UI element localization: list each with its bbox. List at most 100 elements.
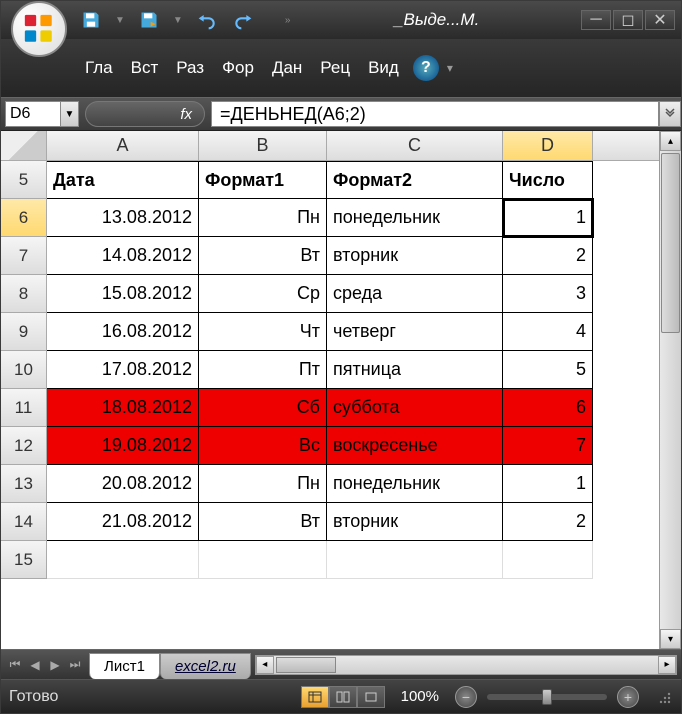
- scroll-track[interactable]: [660, 151, 681, 629]
- scroll-up-icon[interactable]: ▴: [660, 131, 681, 151]
- sheet-tab-other[interactable]: excel2.ru: [160, 653, 251, 679]
- row-header[interactable]: 6: [1, 199, 47, 237]
- cell-B5[interactable]: Формат1: [199, 161, 327, 199]
- cell-D12[interactable]: 7: [503, 427, 593, 465]
- cell-A5[interactable]: Дата: [47, 161, 199, 199]
- cell-A10[interactable]: 17.08.2012: [47, 351, 199, 389]
- cell-B11[interactable]: Сб: [199, 389, 327, 427]
- qat-dropdown-icon[interactable]: ▼: [173, 15, 183, 26]
- scroll-down-icon[interactable]: ▾: [660, 629, 681, 649]
- row-header[interactable]: 8: [1, 275, 47, 313]
- cell-B6[interactable]: Пн: [199, 199, 327, 237]
- qat-more-icon[interactable]: »: [285, 15, 291, 26]
- cell-C10[interactable]: пятница: [327, 351, 503, 389]
- cell-B7[interactable]: Вт: [199, 237, 327, 275]
- qat-dropdown-icon[interactable]: ▼: [115, 15, 125, 26]
- row-header[interactable]: 13: [1, 465, 47, 503]
- zoom-out-icon[interactable]: −: [455, 686, 477, 708]
- undo-icon[interactable]: [193, 7, 221, 33]
- cell-A15[interactable]: [47, 541, 199, 579]
- zoom-slider[interactable]: [487, 694, 607, 700]
- col-header-A[interactable]: A: [47, 131, 199, 160]
- hscroll-left-icon[interactable]: ◂: [256, 656, 274, 674]
- col-header-C[interactable]: C: [327, 131, 503, 160]
- formula-input[interactable]: =ДЕНЬНЕД(A6;2): [211, 101, 659, 127]
- cell-D13[interactable]: 1: [503, 465, 593, 503]
- sheet-first-icon[interactable]: ⏮: [5, 655, 25, 675]
- office-button[interactable]: [11, 1, 67, 57]
- cell-C6[interactable]: понедельник: [327, 199, 503, 237]
- cell-A7[interactable]: 14.08.2012: [47, 237, 199, 275]
- row-header[interactable]: 11: [1, 389, 47, 427]
- tab-insert[interactable]: Вст: [123, 52, 167, 84]
- sheet-last-icon[interactable]: ⏭: [65, 655, 85, 675]
- minimize-button[interactable]: ─: [581, 10, 611, 30]
- cell-D10[interactable]: 5: [503, 351, 593, 389]
- row-header[interactable]: 5: [1, 161, 47, 199]
- cell-D6[interactable]: 1: [503, 199, 593, 237]
- tab-formulas[interactable]: Фор: [214, 52, 262, 84]
- name-box[interactable]: D6: [5, 101, 61, 127]
- row-header[interactable]: 7: [1, 237, 47, 275]
- cell-C12[interactable]: воскресенье: [327, 427, 503, 465]
- cell-D15[interactable]: [503, 541, 593, 579]
- cell-B14[interactable]: Вт: [199, 503, 327, 541]
- cell-A14[interactable]: 21.08.2012: [47, 503, 199, 541]
- col-header-B[interactable]: B: [199, 131, 327, 160]
- cell-A9[interactable]: 16.08.2012: [47, 313, 199, 351]
- row-header[interactable]: 12: [1, 427, 47, 465]
- close-button[interactable]: ✕: [645, 10, 675, 30]
- fx-icon[interactable]: fx: [180, 106, 192, 123]
- cell-C15[interactable]: [327, 541, 503, 579]
- cell-D7[interactable]: 2: [503, 237, 593, 275]
- row-header[interactable]: 9: [1, 313, 47, 351]
- hscroll-thumb[interactable]: [276, 657, 336, 673]
- cell-C14[interactable]: вторник: [327, 503, 503, 541]
- cell-C9[interactable]: четверг: [327, 313, 503, 351]
- formula-expand-icon[interactable]: [659, 101, 681, 127]
- tab-data[interactable]: Дан: [264, 52, 310, 84]
- cell-C5[interactable]: Формат2: [327, 161, 503, 199]
- tab-home[interactable]: Гла: [77, 52, 121, 84]
- scroll-thumb[interactable]: [661, 153, 680, 333]
- maximize-button[interactable]: ◻: [613, 10, 643, 30]
- col-header-D[interactable]: D: [503, 131, 593, 160]
- cell-D8[interactable]: 3: [503, 275, 593, 313]
- name-box-dropdown-icon[interactable]: ▼: [61, 101, 79, 127]
- cell-B10[interactable]: Пт: [199, 351, 327, 389]
- cell-A11[interactable]: 18.08.2012: [47, 389, 199, 427]
- hscroll-right-icon[interactable]: ▸: [658, 656, 676, 674]
- cell-D11[interactable]: 6: [503, 389, 593, 427]
- resize-grip-icon[interactable]: [655, 688, 673, 706]
- cell-C11[interactable]: суббота: [327, 389, 503, 427]
- cell-A13[interactable]: 20.08.2012: [47, 465, 199, 503]
- row-header[interactable]: 10: [1, 351, 47, 389]
- zoom-handle[interactable]: [542, 689, 552, 705]
- row-header[interactable]: 15: [1, 541, 47, 579]
- cell-B9[interactable]: Чт: [199, 313, 327, 351]
- cell-C13[interactable]: понедельник: [327, 465, 503, 503]
- save-icon[interactable]: [77, 7, 105, 33]
- ribbon-minimize-icon[interactable]: ▾: [447, 61, 453, 75]
- cell-B8[interactable]: Ср: [199, 275, 327, 313]
- view-layout-icon[interactable]: [329, 686, 357, 708]
- redo-icon[interactable]: [229, 7, 257, 33]
- save-as-icon[interactable]: [135, 7, 163, 33]
- tab-review[interactable]: Рец: [312, 52, 358, 84]
- select-all-corner[interactable]: [1, 131, 47, 160]
- zoom-percent[interactable]: 100%: [401, 688, 439, 705]
- sheet-tab-active[interactable]: Лист1: [89, 653, 160, 679]
- cell-C8[interactable]: среда: [327, 275, 503, 313]
- cell-D14[interactable]: 2: [503, 503, 593, 541]
- row-header[interactable]: 14: [1, 503, 47, 541]
- cell-B13[interactable]: Пн: [199, 465, 327, 503]
- cell-A8[interactable]: 15.08.2012: [47, 275, 199, 313]
- tab-view[interactable]: Вид: [360, 52, 407, 84]
- cell-D9[interactable]: 4: [503, 313, 593, 351]
- cell-A6[interactable]: 13.08.2012: [47, 199, 199, 237]
- cell-B15[interactable]: [199, 541, 327, 579]
- hscroll-track[interactable]: [274, 656, 658, 674]
- help-icon[interactable]: ?: [413, 55, 439, 81]
- sheet-prev-icon[interactable]: ◀: [25, 655, 45, 675]
- cell-A12[interactable]: 19.08.2012: [47, 427, 199, 465]
